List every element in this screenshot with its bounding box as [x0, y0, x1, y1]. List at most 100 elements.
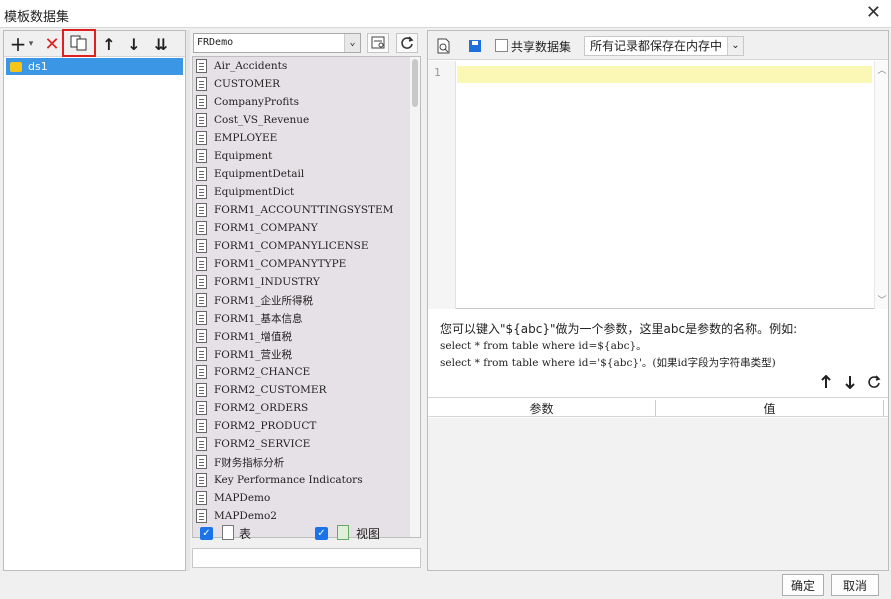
table-icon	[196, 419, 207, 433]
share-dataset-checkbox[interactable]	[495, 39, 508, 52]
param-move-up-icon[interactable]	[818, 373, 834, 391]
scroll-down-icon[interactable]: ﹀	[875, 293, 889, 307]
move-up-icon[interactable]: ↑	[98, 33, 120, 55]
cancel-button[interactable]: 取消	[831, 574, 879, 596]
table-list-item[interactable]: FORM2_ORDERS	[193, 399, 410, 417]
table-list-item[interactable]: CUSTOMER	[193, 75, 410, 93]
table-icon	[196, 131, 207, 145]
database-select[interactable]: FRDemo ⌄	[193, 33, 361, 53]
database-select-value: FRDemo	[197, 37, 234, 48]
table-list-item[interactable]: FORM1_企业所得税	[193, 291, 410, 309]
scroll-up-icon[interactable]: ︿	[875, 63, 889, 77]
table-name: CUSTOMER	[214, 78, 281, 90]
preview-sql-button[interactable]	[367, 33, 389, 53]
parameter-table-body[interactable]	[428, 418, 888, 570]
table-icon	[196, 293, 207, 307]
table-icon	[196, 311, 207, 325]
table-list-item[interactable]: FORM1_营业税	[193, 345, 410, 363]
table-name: FORM1_COMPANYTYPE	[214, 258, 347, 270]
table-list-item[interactable]: EquipmentDetail	[193, 165, 410, 183]
refresh-button[interactable]	[396, 33, 418, 53]
table-name: FORM2_ORDERS	[214, 402, 309, 414]
table-list-item[interactable]: FORM1_COMPANY	[193, 219, 410, 237]
table-checkbox[interactable]: ✓	[200, 527, 213, 540]
close-icon[interactable]: ✕	[866, 2, 881, 23]
scrollbar-thumb[interactable]	[412, 59, 418, 107]
table-list-item[interactable]: FORM1_基本信息	[193, 309, 410, 327]
table-name: MAPDemo	[214, 492, 271, 504]
table-name: CompanyProfits	[214, 96, 300, 108]
table-icon	[196, 239, 207, 253]
add-dropdown-chevron-icon[interactable]: ▾	[26, 33, 36, 55]
table-icon	[196, 509, 207, 523]
table-icon	[196, 347, 207, 361]
param-column-header: 参数	[428, 400, 656, 417]
editor-scrollbar[interactable]: ︿ ﹀	[874, 61, 888, 309]
table-list-item[interactable]: F财务指标分析	[193, 453, 410, 471]
table-list-item[interactable]: Air_Accidents	[193, 57, 410, 75]
database-panel: FRDemo ⌄ Air_Accidents CUSTOMER CompanyPro…	[190, 30, 426, 571]
table-list[interactable]: Air_Accidents CUSTOMER CompanyProfits Cost_…	[192, 56, 421, 538]
table-icon	[196, 221, 207, 235]
hint-line-1: 您可以键入"${abc}"做为一个参数，这里abc是参数的名称。例如:	[440, 322, 798, 336]
table-type-filter: ✓ 表 ✓ 视图	[198, 525, 418, 543]
table-name: FORM2_SERVICE	[214, 438, 311, 450]
sql-editor[interactable]: 1 ︿ ﹀	[428, 61, 888, 309]
preview-button[interactable]	[433, 35, 455, 57]
copy-dataset-button[interactable]	[62, 29, 96, 57]
move-bottom-icon[interactable]: ⇊	[148, 33, 174, 55]
table-list-item[interactable]: FORM1_ACCOUNTTINGSYSTEM	[193, 201, 410, 219]
table-search-field[interactable]	[192, 548, 421, 568]
table-list-scrollbar[interactable]	[410, 57, 420, 537]
table-list-item[interactable]: Key Performance Indicators	[193, 471, 410, 489]
table-name: FORM1_营业税	[214, 348, 292, 361]
param-move-down-icon[interactable]	[842, 373, 858, 391]
memory-mode-select[interactable]: 所有记录都保存在内存中 ⌄	[584, 36, 744, 56]
table-list-item[interactable]: FORM1_COMPANYLICENSE	[193, 237, 410, 255]
table-list-item[interactable]: Cost_VS_Revenue	[193, 111, 410, 129]
table-icon	[196, 491, 207, 505]
move-down-icon[interactable]: ↓	[123, 33, 145, 55]
table-name: F财务指标分析	[214, 456, 285, 469]
table-list-item[interactable]: FORM2_SERVICE	[193, 435, 410, 453]
refresh-icon	[401, 36, 414, 49]
table-name: FORM1_INDUSTRY	[214, 276, 320, 288]
hint-line-3: select * from table where id='${abc}'。(如…	[440, 357, 776, 369]
table-icon	[222, 525, 234, 540]
table-icon	[196, 113, 207, 127]
table-icon	[196, 275, 207, 289]
table-name: FORM2_CHANCE	[214, 366, 311, 378]
table-icon	[196, 437, 207, 451]
param-refresh-icon[interactable]	[866, 373, 882, 391]
delete-icon[interactable]: ✕	[41, 33, 63, 55]
table-list-item[interactable]: FORM1_COMPANYTYPE	[193, 255, 410, 273]
table-name: Cost_VS_Revenue	[214, 114, 310, 126]
table-icon	[196, 257, 207, 271]
table-name: FORM1_ACCOUNTTINGSYSTEM	[214, 204, 394, 216]
view-checkbox[interactable]: ✓	[315, 527, 328, 540]
table-list-item[interactable]: EquipmentDict	[193, 183, 410, 201]
share-dataset-label: 共享数据集	[511, 40, 572, 54]
table-list-item[interactable]: FORM2_CUSTOMER	[193, 381, 410, 399]
add-dataset-button[interactable]: +	[8, 32, 28, 56]
table-list-item[interactable]: MAPDemo	[193, 489, 410, 507]
table-filter-label: 表	[239, 527, 252, 541]
ok-button[interactable]: 确定	[782, 574, 824, 596]
table-list-item[interactable]: CompanyProfits	[193, 93, 410, 111]
save-icon	[469, 40, 481, 52]
table-name: FORM1_基本信息	[214, 312, 303, 325]
table-name: MAPDemo2	[214, 510, 277, 522]
parameter-hint: 您可以键入"${abc}"做为一个参数，这里abc是参数的名称。例如: sele…	[440, 321, 880, 372]
table-icon	[196, 59, 207, 73]
save-to-server-button[interactable]	[464, 35, 486, 57]
table-list-item[interactable]: FORM1_增值税	[193, 327, 410, 345]
table-list-item[interactable]: FORM2_PRODUCT	[193, 417, 410, 435]
table-icon	[196, 167, 207, 181]
table-list-item[interactable]: Equipment	[193, 147, 410, 165]
table-list-item[interactable]: MAPDemo2	[193, 507, 410, 525]
table-list-item[interactable]: FORM1_INDUSTRY	[193, 273, 410, 291]
table-list-item[interactable]: EMPLOYEE	[193, 129, 410, 147]
table-list-item[interactable]: FORM2_CHANCE	[193, 363, 410, 381]
table-icon	[196, 77, 207, 91]
dataset-item-ds1[interactable]: ds1	[6, 58, 183, 75]
